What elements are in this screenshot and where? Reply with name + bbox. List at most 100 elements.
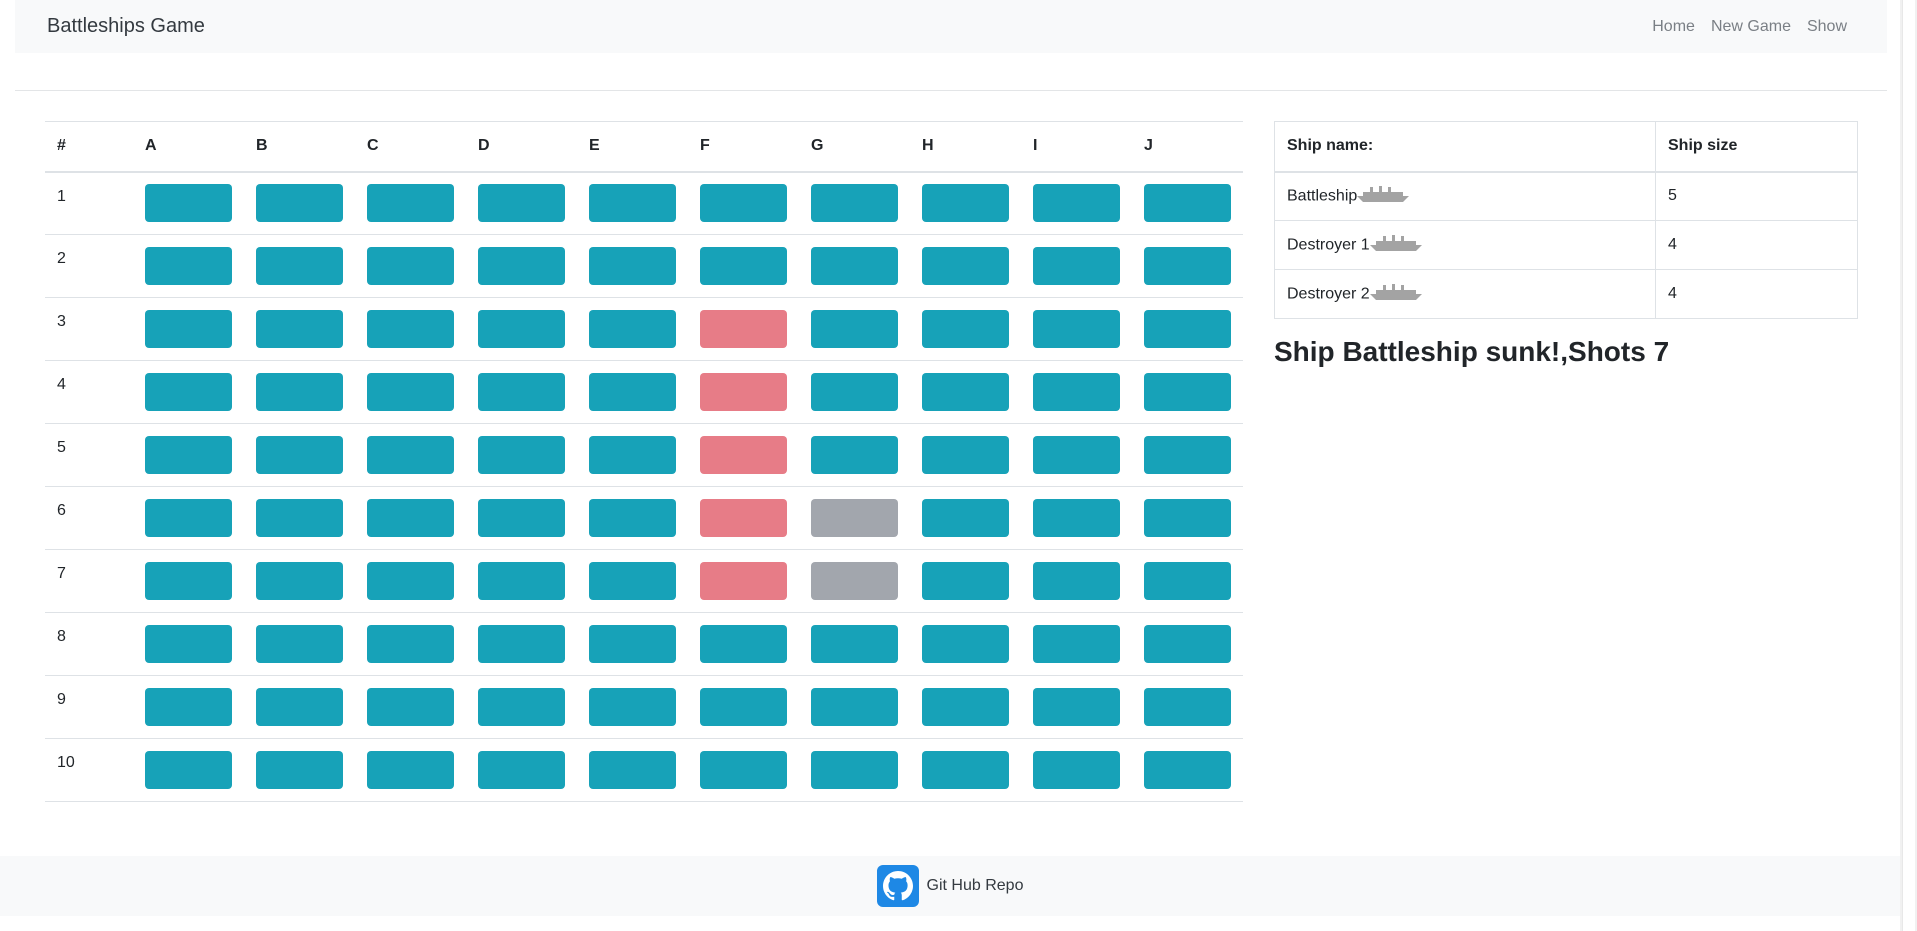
cell-button-a8[interactable] [145, 625, 232, 663]
cell-button-j3[interactable] [1144, 310, 1231, 348]
cell-button-g6[interactable] [811, 499, 898, 537]
cell-button-h6[interactable] [922, 499, 1009, 537]
cell-button-b7[interactable] [256, 562, 343, 600]
cell-button-j10[interactable] [1144, 751, 1231, 789]
cell-button-f1[interactable] [700, 184, 787, 223]
cell-button-f4[interactable] [700, 373, 787, 411]
cell-button-j4[interactable] [1144, 373, 1231, 411]
cell-button-e2[interactable] [589, 247, 676, 285]
cell-button-f2[interactable] [700, 247, 787, 285]
cell-button-f5[interactable] [700, 436, 787, 474]
cell-button-a2[interactable] [145, 247, 232, 285]
cell-button-a4[interactable] [145, 373, 232, 411]
cell-button-a10[interactable] [145, 751, 232, 789]
github-icon[interactable] [876, 865, 919, 907]
cell-button-b1[interactable] [256, 184, 343, 223]
cell-button-d1[interactable] [478, 184, 565, 223]
cell-button-d8[interactable] [478, 625, 565, 663]
cell-button-f9[interactable] [700, 688, 787, 726]
cell-button-b10[interactable] [256, 751, 343, 789]
cell-button-g2[interactable] [811, 247, 898, 285]
nav-show-link[interactable]: Show [1799, 18, 1855, 36]
cell-button-i6[interactable] [1033, 499, 1120, 537]
cell-button-i9[interactable] [1033, 688, 1120, 726]
cell-button-i10[interactable] [1033, 751, 1120, 789]
cell-button-g4[interactable] [811, 373, 898, 411]
cell-button-d6[interactable] [478, 499, 565, 537]
cell-button-c5[interactable] [367, 436, 454, 474]
cell-button-h4[interactable] [922, 373, 1009, 411]
cell-button-e1[interactable] [589, 184, 676, 223]
cell-button-d3[interactable] [478, 310, 565, 348]
nav-new-game-link[interactable]: New Game [1703, 18, 1799, 36]
cell-button-g10[interactable] [811, 751, 898, 789]
cell-button-i4[interactable] [1033, 373, 1120, 411]
cell-button-c2[interactable] [367, 247, 454, 285]
nav-home-link[interactable]: Home [1644, 18, 1703, 36]
cell-button-f8[interactable] [700, 625, 787, 663]
cell-button-a6[interactable] [145, 499, 232, 537]
cell-button-e6[interactable] [589, 499, 676, 537]
cell-button-h7[interactable] [922, 562, 1009, 600]
cell-button-h8[interactable] [922, 625, 1009, 663]
cell-button-b8[interactable] [256, 625, 343, 663]
cell-button-i8[interactable] [1033, 625, 1120, 663]
cell-button-h9[interactable] [922, 688, 1009, 726]
cell-button-d4[interactable] [478, 373, 565, 411]
cell-button-c4[interactable] [367, 373, 454, 411]
cell-button-e9[interactable] [589, 688, 676, 726]
cell-button-f7[interactable] [700, 562, 787, 600]
cell-button-f10[interactable] [700, 751, 787, 789]
cell-button-d5[interactable] [478, 436, 565, 474]
cell-button-i5[interactable] [1033, 436, 1120, 474]
cell-button-e10[interactable] [589, 751, 676, 789]
cell-button-c8[interactable] [367, 625, 454, 663]
cell-button-j2[interactable] [1144, 247, 1231, 285]
cell-button-h10[interactable] [922, 751, 1009, 789]
cell-button-b3[interactable] [256, 310, 343, 348]
cell-button-e8[interactable] [589, 625, 676, 663]
cell-button-i3[interactable] [1033, 310, 1120, 348]
cell-button-a3[interactable] [145, 310, 232, 348]
cell-button-c9[interactable] [367, 688, 454, 726]
cell-button-c3[interactable] [367, 310, 454, 348]
cell-button-j1[interactable] [1144, 184, 1231, 223]
cell-button-g8[interactable] [811, 625, 898, 663]
cell-button-f3[interactable] [700, 310, 787, 348]
cell-button-d7[interactable] [478, 562, 565, 600]
cell-button-c6[interactable] [367, 499, 454, 537]
cell-button-h2[interactable] [922, 247, 1009, 285]
cell-button-i1[interactable] [1033, 184, 1120, 223]
cell-button-e7[interactable] [589, 562, 676, 600]
cell-button-b9[interactable] [256, 688, 343, 726]
cell-button-b6[interactable] [256, 499, 343, 537]
cell-button-d9[interactable] [478, 688, 565, 726]
cell-button-j9[interactable] [1144, 688, 1231, 726]
brand-link[interactable]: Battleships Game [47, 15, 205, 38]
cell-button-j6[interactable] [1144, 499, 1231, 537]
cell-button-i7[interactable] [1033, 562, 1120, 600]
cell-button-j8[interactable] [1144, 625, 1231, 663]
cell-button-h3[interactable] [922, 310, 1009, 348]
cell-button-f6[interactable] [700, 499, 787, 537]
cell-button-d2[interactable] [478, 247, 565, 285]
cell-button-a5[interactable] [145, 436, 232, 474]
cell-button-g3[interactable] [811, 310, 898, 348]
cell-button-c7[interactable] [367, 562, 454, 600]
cell-button-h1[interactable] [922, 184, 1009, 223]
cell-button-b4[interactable] [256, 373, 343, 411]
cell-button-g9[interactable] [811, 688, 898, 726]
cell-button-e3[interactable] [589, 310, 676, 348]
cell-button-a1[interactable] [145, 184, 232, 223]
cell-button-e5[interactable] [589, 436, 676, 474]
cell-button-g5[interactable] [811, 436, 898, 474]
cell-button-j5[interactable] [1144, 436, 1231, 474]
cell-button-d10[interactable] [478, 751, 565, 789]
cell-button-i2[interactable] [1033, 247, 1120, 285]
scrollbar[interactable] [1900, 0, 1917, 931]
cell-button-j7[interactable] [1144, 562, 1231, 600]
cell-button-a9[interactable] [145, 688, 232, 726]
cell-button-b2[interactable] [256, 247, 343, 285]
cell-button-h5[interactable] [922, 436, 1009, 474]
scroll-thumb[interactable] [1902, 0, 1915, 931]
